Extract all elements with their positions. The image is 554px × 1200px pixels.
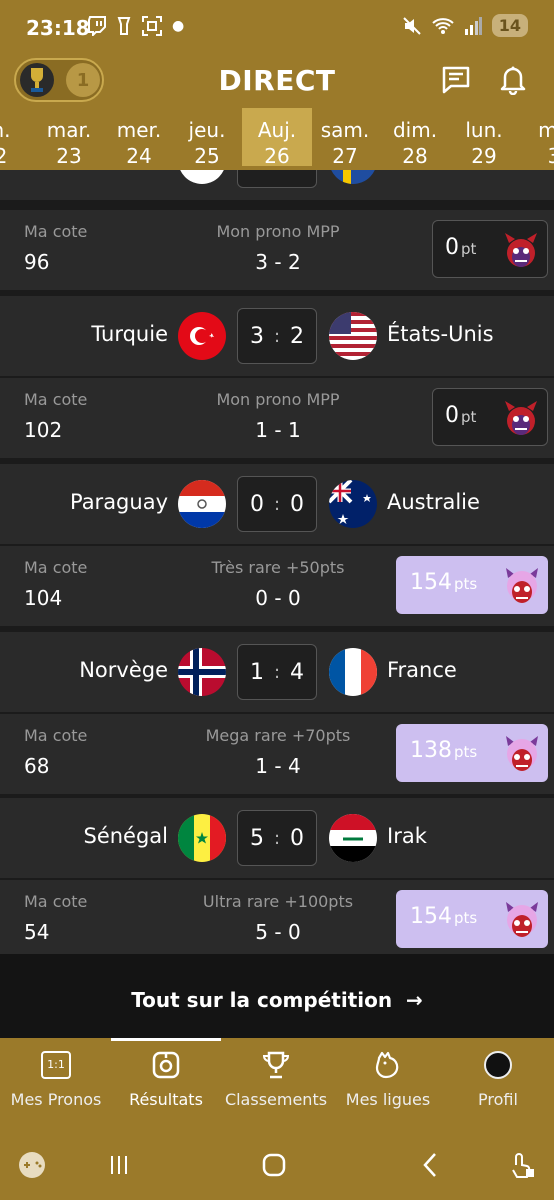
rooster-icon xyxy=(373,1050,403,1080)
prono-row: Ma cote 68 Mega rare +70pts 1 - 4 138 pts xyxy=(0,714,554,794)
battery-indicator: 14 xyxy=(491,14,528,37)
game-launcher-icon[interactable] xyxy=(12,1150,52,1180)
iraq-flag-icon xyxy=(329,814,377,862)
usa-flag-icon xyxy=(329,312,377,360)
date-item-today[interactable]: Auj. 26 xyxy=(242,108,312,168)
date-item[interactable]: jeu. 25 xyxy=(172,108,242,168)
paraguay-flag-icon xyxy=(178,480,226,528)
match-row-partial[interactable]: 1:1 xyxy=(0,170,554,200)
date-item[interactable]: lun. 29 xyxy=(449,108,519,168)
score-box: 1:4 xyxy=(237,644,317,700)
recent-apps-icon[interactable] xyxy=(99,1150,139,1180)
prono-value: 0 - 0 xyxy=(255,586,301,610)
bottom-nav: 1:1 Mes Pronos Résultats Classements Mes… xyxy=(0,1038,554,1130)
away-team: Australie xyxy=(387,490,480,514)
bell-icon[interactable] xyxy=(495,62,531,98)
flag-icon xyxy=(178,170,226,184)
matches-list[interactable]: 1:1 Ma cote 96 Mon prono MPP 3 - 2 0pt T… xyxy=(0,170,554,1036)
home-icon[interactable] xyxy=(254,1150,294,1180)
status-time: 23:18 xyxy=(26,16,90,40)
home-team: Turquie xyxy=(91,322,168,346)
mute-icon xyxy=(403,16,421,35)
touch-lock-icon[interactable] xyxy=(502,1150,542,1180)
rare-mascot-icon xyxy=(506,736,538,771)
arrow-right-icon: → xyxy=(406,988,423,1012)
cote-value: 104 xyxy=(24,586,63,610)
avatar xyxy=(483,1050,513,1080)
score-box: 5:0 xyxy=(237,810,317,866)
system-nav-bar xyxy=(0,1130,554,1200)
date-item[interactable]: ma3 xyxy=(519,108,554,168)
turkey-flag-icon xyxy=(178,312,226,360)
wifi-icon xyxy=(432,17,454,34)
prono-row: Ma cote 102 Mon prono MPP 1 - 1 0 pt xyxy=(0,378,554,458)
flag-icon xyxy=(329,170,377,184)
prono-row: Ma cote 96 Mon prono MPP 3 - 2 0 pt xyxy=(0,210,554,290)
match-row[interactable]: Turquie 3:2 États-Unis xyxy=(0,296,554,376)
nav-resultats[interactable]: Résultats xyxy=(111,1050,221,1109)
points-badge-rare[interactable]: 154 pts xyxy=(396,556,548,614)
status-bar: 23:18 ● 14 xyxy=(0,0,554,56)
points-badge-rare[interactable]: 154 pts xyxy=(396,890,548,948)
score-box: 1:1 xyxy=(237,170,317,188)
date-selector: n.2 mar.23 mer.24 jeu.25 Auj.26 sam.27 d… xyxy=(0,108,554,170)
points-badge-rare[interactable]: 138 pts xyxy=(396,724,548,782)
date-item[interactable]: sam. 27 xyxy=(310,108,380,168)
trophy-icon xyxy=(261,1050,291,1080)
competition-link[interactable]: Tout sur la compétition → xyxy=(0,954,554,1038)
active-tab-indicator xyxy=(111,1038,221,1041)
flashlight-icon xyxy=(117,17,131,35)
rare-mascot-icon xyxy=(506,568,538,603)
nav-mes-pronos[interactable]: 1:1 Mes Pronos xyxy=(1,1050,111,1109)
whistle-icon xyxy=(151,1050,181,1080)
score-box: 0:0 xyxy=(237,476,317,532)
prono-value: 1 - 1 xyxy=(255,418,301,442)
cote-value: 102 xyxy=(24,418,63,442)
prono-value: 1 - 4 xyxy=(255,754,301,778)
away-team: France xyxy=(387,658,457,682)
rare-mascot-icon xyxy=(506,902,538,937)
nav-classements[interactable]: Classements xyxy=(221,1050,331,1109)
back-icon[interactable] xyxy=(410,1150,450,1180)
points-badge[interactable]: 0 pt xyxy=(432,388,548,446)
match-row[interactable]: Sénégal 5:0 Irak xyxy=(0,798,554,878)
scan-icon xyxy=(142,16,162,36)
signal-icon xyxy=(464,16,482,35)
home-team: Sénégal xyxy=(83,824,168,848)
score-box: 3:2 xyxy=(237,308,317,364)
points-badge[interactable]: 0 pt xyxy=(432,220,548,278)
chat-icon[interactable] xyxy=(438,62,474,98)
devil-mascot-icon xyxy=(505,401,537,435)
twitch-icon xyxy=(88,16,106,36)
home-team: Paraguay xyxy=(69,490,168,514)
devil-mascot-icon xyxy=(505,233,537,267)
nav-profil[interactable]: Profil xyxy=(443,1050,553,1109)
cote-value: 68 xyxy=(24,754,50,778)
home-team: Norvège xyxy=(79,658,168,682)
prono-row: Ma cote 104 Très rare +50pts 0 - 0 154 pt… xyxy=(0,546,554,626)
prono-value: 3 - 2 xyxy=(255,250,301,274)
australia-flag-icon xyxy=(329,480,377,528)
france-flag-icon xyxy=(329,648,377,696)
nav-mes-ligues[interactable]: Mes ligues xyxy=(333,1050,443,1109)
away-team: Irak xyxy=(387,824,427,848)
date-item[interactable]: mer. 24 xyxy=(104,108,174,168)
date-item[interactable]: n.2 xyxy=(0,108,36,168)
prono-icon: 1:1 xyxy=(41,1050,71,1080)
match-row[interactable]: Paraguay 0:0 Australie xyxy=(0,464,554,544)
away-team: États-Unis xyxy=(387,322,494,346)
competition-link-label: Tout sur la compétition xyxy=(131,988,393,1012)
date-item[interactable]: mar. 23 xyxy=(34,108,104,168)
match-row[interactable]: Norvège 1:4 France xyxy=(0,632,554,712)
date-item[interactable]: dim. 28 xyxy=(380,108,450,168)
prono-value: 5 - 0 xyxy=(255,920,301,944)
senegal-flag-icon xyxy=(178,814,226,862)
prono-row: Ma cote 54 Ultra rare +100pts 5 - 0 154 p… xyxy=(0,880,554,960)
cote-value: 54 xyxy=(24,920,50,944)
dot-icon: ● xyxy=(172,18,185,34)
norway-flag-icon xyxy=(178,648,226,696)
cote-value: 96 xyxy=(24,250,50,274)
app-header: 1 DIRECT xyxy=(0,56,554,108)
